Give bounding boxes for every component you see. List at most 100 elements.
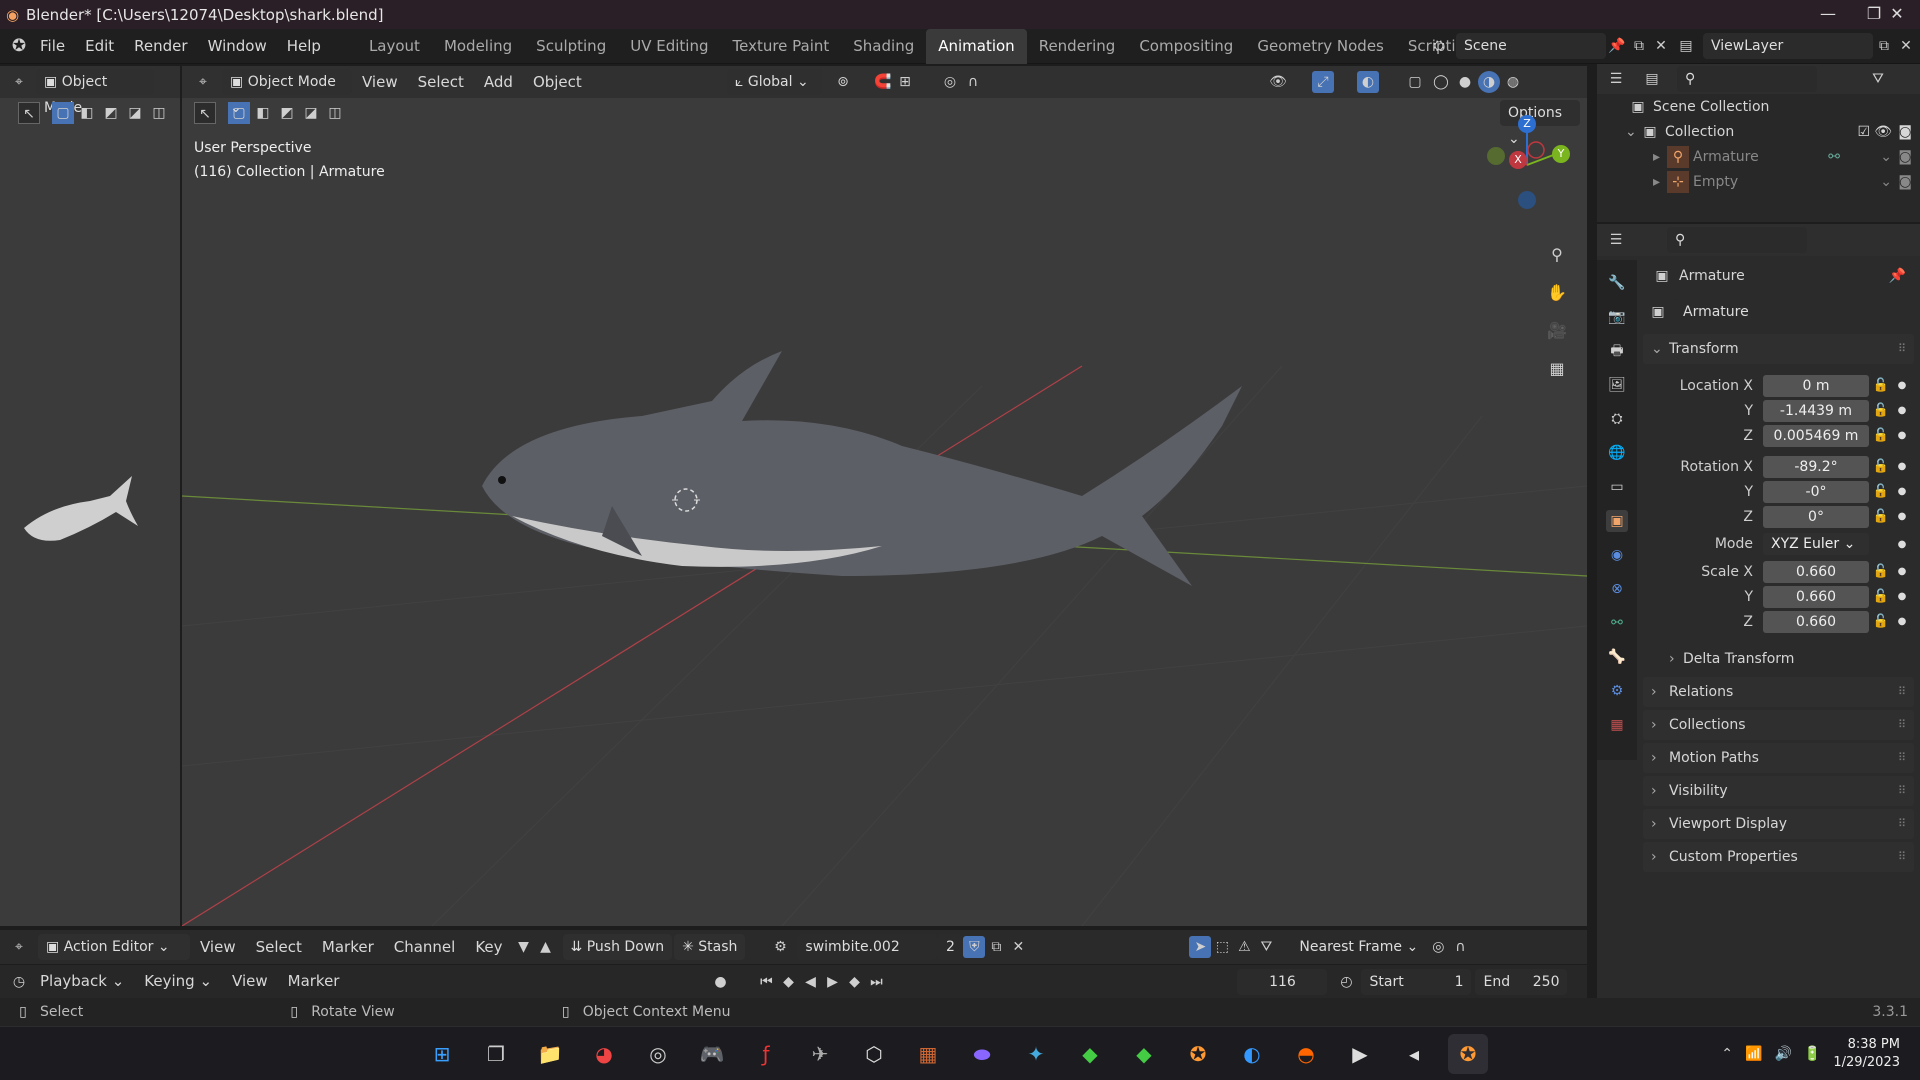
keyframe-icon[interactable]: ● [1893, 616, 1911, 627]
keyframe-icon[interactable]: ● [1893, 539, 1911, 550]
keyframe-icon[interactable]: ● [1893, 380, 1911, 391]
drag-handle-icon[interactable]: ⠿ [1898, 776, 1906, 806]
lock-icon[interactable]: 🔓 [1869, 378, 1893, 393]
scale-x-field[interactable]: 0.660 [1763, 560, 1869, 583]
drag-handle-icon[interactable]: ⠿ [1898, 677, 1906, 707]
snapping-dropdown[interactable]: Nearest Frame ⌄ [1291, 934, 1427, 960]
collection-checkbox[interactable]: ☑ [1857, 124, 1870, 140]
timeline-editor-icon[interactable]: ◷ [8, 971, 30, 993]
tab-uv-editing[interactable]: UV Editing [618, 29, 720, 64]
bone-tab-icon[interactable]: 🦴 [1606, 646, 1628, 668]
transform-section-header[interactable]: ⌄ Transform ⠿ [1643, 334, 1914, 364]
auto-keying-icon[interactable]: ● [709, 971, 731, 993]
keyframe-icon[interactable]: ● [1893, 430, 1911, 441]
motion-paths-section[interactable]: › Motion Paths ⠿ [1643, 743, 1914, 773]
ae-menu-view[interactable]: View [190, 930, 246, 965]
app-icon-11[interactable]: ⬬ [962, 1034, 1002, 1074]
properties-search-input[interactable]: ⚲ [1667, 227, 1807, 253]
lock-icon[interactable]: 🔓 [1869, 459, 1893, 474]
menu-render[interactable]: Render [124, 29, 197, 64]
pin-properties-icon[interactable]: 📌 [1889, 268, 1906, 284]
sims-icon[interactable]: ◆ [1070, 1034, 1110, 1074]
unlink-action-icon[interactable]: ✕ [1007, 936, 1029, 958]
close-button[interactable]: ✕ [1874, 4, 1920, 23]
blender-active-icon[interactable]: ✪ [1448, 1033, 1488, 1074]
left-mode-dropdown[interactable]: ▣ Object Mode [36, 69, 154, 116]
show-hidden-icon[interactable]: ⬚ [1211, 936, 1233, 958]
rotation-z-field[interactable]: 0° [1763, 505, 1869, 528]
keyframe-icon[interactable]: ● [1893, 461, 1911, 472]
scene-icon[interactable]: ⛭ [1428, 35, 1450, 57]
unity-icon[interactable]: ⬡ [854, 1034, 894, 1074]
select-tool-icon[interactable]: ↖ [18, 102, 40, 124]
drag-handle-icon[interactable]: ⠿ [1898, 710, 1906, 740]
blender-menu-icon[interactable]: ✪ [8, 35, 30, 57]
viewport-display-section[interactable]: › Viewport Display ⠿ [1643, 809, 1914, 839]
proportional-icon[interactable]: ◎ [1427, 936, 1449, 958]
bone-constraints-tab-icon[interactable]: ⚙ [1606, 680, 1628, 702]
wifi-icon[interactable]: 📶 [1745, 1046, 1762, 1062]
scale-y-field[interactable]: 0.660 [1763, 585, 1869, 608]
tab-shading[interactable]: Shading [841, 29, 926, 64]
curve-icon[interactable]: ∩ [1449, 936, 1471, 958]
app-icon-10[interactable]: ▦ [908, 1034, 948, 1074]
menu-file[interactable]: File [30, 29, 75, 64]
lock-icon[interactable]: 🔓 [1869, 428, 1893, 443]
editor-type-icon[interactable]: ⌖ [8, 71, 30, 93]
preview-range-icon[interactable]: ◴ [1335, 971, 1357, 993]
layer-down-icon[interactable]: ▼ [513, 936, 535, 958]
new-scene-icon[interactable]: ⧉ [1628, 35, 1650, 57]
scale-z-field[interactable]: 0.660 [1763, 610, 1869, 633]
rotation-mode-dropdown[interactable]: XYZ Euler ⌄ [1763, 533, 1869, 555]
tab-layout[interactable]: Layout [357, 29, 432, 64]
start-frame-field[interactable]: Start 1 [1361, 968, 1472, 995]
lock-icon[interactable]: 🔓 [1869, 484, 1893, 499]
collections-section[interactable]: › Collections ⠿ [1643, 710, 1914, 740]
drag-handle-icon[interactable]: ⠿ [1898, 334, 1906, 364]
data-block-icon[interactable]: ▣ [1647, 301, 1669, 323]
select-invert-icon[interactable]: ◪ [124, 102, 146, 124]
task-view-icon[interactable]: ❐ [476, 1034, 516, 1074]
world-tab-icon[interactable]: 🌐 [1606, 442, 1628, 464]
select-intersect-icon[interactable]: ◫ [148, 102, 170, 124]
blender-launcher-icon[interactable]: ✪ [1178, 1034, 1218, 1074]
drag-handle-icon[interactable]: ⠿ [1898, 842, 1906, 872]
expand-icon[interactable]: ▸ [1653, 174, 1667, 190]
render-tab-icon[interactable]: 📷 [1606, 306, 1628, 328]
prev-keyframe-icon[interactable]: ◆ [777, 971, 799, 993]
outliner-row-armature[interactable]: ▸ ⚲ Armature ⚯ ⌄ ◙ [1597, 144, 1920, 169]
keyframe-icon[interactable]: ● [1893, 405, 1911, 416]
filters-icon[interactable]: ⛛ [1255, 936, 1277, 958]
file-explorer-icon[interactable]: 📁 [530, 1034, 570, 1074]
lock-icon[interactable]: 🔓 [1869, 509, 1893, 524]
keyframe-icon[interactable]: ● [1893, 591, 1911, 602]
outliner-row-empty[interactable]: ▸ ⊹ Empty ⌄ ◙ [1597, 169, 1920, 194]
lock-icon[interactable]: 🔓 [1869, 589, 1893, 604]
drag-handle-icon[interactable]: ⠿ [1898, 743, 1906, 773]
pin-icon[interactable]: 📌 [1606, 35, 1628, 57]
lock-icon[interactable]: 🔓 [1869, 403, 1893, 418]
action-users-count[interactable]: 2 [937, 934, 964, 960]
minimize-button[interactable]: — [1805, 4, 1851, 23]
object-name-field[interactable]: Armature [1675, 299, 1907, 325]
new-action-icon[interactable]: ⧉ [985, 936, 1007, 958]
armature-render-icon[interactable]: ◙ [1898, 149, 1912, 165]
texture-tab-icon[interactable]: ▦ [1606, 714, 1628, 736]
outliner-editor-icon[interactable]: ☰ [1605, 68, 1627, 90]
new-viewlayer-icon[interactable]: ⧉ [1873, 35, 1895, 57]
tab-modeling[interactable]: Modeling [432, 29, 524, 64]
app-icon-17[interactable]: ◓ [1286, 1034, 1326, 1074]
fake-user-shield-icon[interactable]: ⛨ [963, 936, 986, 958]
left-camera-viewport[interactable]: ⌖ ▣ Object Mode ↖ ▢ ◧ ◩ ◪ ◫ [0, 66, 180, 926]
3d-viewport[interactable]: ⌖ ▣ Object Mode ⌄ View Select Add Object… [182, 66, 1587, 926]
empty-eye-icon[interactable]: ⌄ [1880, 174, 1892, 190]
outliner-row-collection[interactable]: ⌄ ▣ Collection ☑ 👁 ◙ [1597, 119, 1920, 144]
clock[interactable]: 8:38 PM 1/29/2023 [1833, 1036, 1900, 1072]
keyframe-icon[interactable]: ● [1893, 511, 1911, 522]
output-tab-icon[interactable]: 🖶 [1606, 340, 1628, 362]
lock-icon[interactable]: 🔓 [1869, 564, 1893, 579]
armature-data-tab-icon[interactable]: ⚯ [1606, 612, 1628, 634]
tl-menu-keying[interactable]: Keying ⌄ [134, 964, 222, 999]
steam-icon[interactable]: ◎ [638, 1034, 678, 1074]
app-icon-19[interactable]: ◂ [1394, 1034, 1434, 1074]
